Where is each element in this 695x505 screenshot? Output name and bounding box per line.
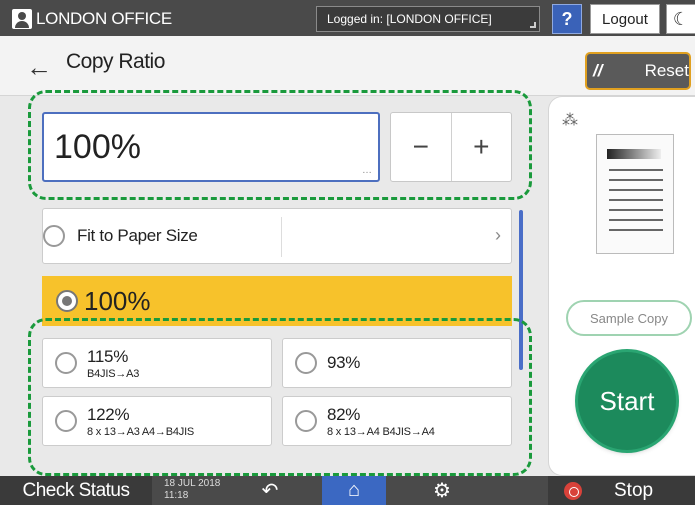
radio-icon (55, 410, 77, 432)
option-percent: 115% (87, 346, 129, 366)
user-icon (12, 9, 32, 29)
preview-line (609, 209, 663, 211)
user-label: LONDON OFFICE (36, 9, 172, 28)
toner-icon: ⁂ (562, 112, 578, 129)
bottom-bar: Check Status 18 JUL 2018 11:18 ↶ ⌂ ⚙ Sto… (0, 476, 695, 505)
date-text: 18 JUL 2018 (164, 478, 221, 489)
stop-button[interactable]: Stop (548, 476, 695, 505)
preview-gradient (607, 149, 661, 159)
moon-icon[interactable]: ☾ (666, 4, 695, 34)
option-detail: B4JIS→A3 (87, 367, 140, 380)
option-percent: 122% (87, 404, 130, 424)
check-status-button[interactable]: Check Status (0, 476, 152, 505)
option-detail: 8 x 13→A3 A4→B4JIS (87, 425, 195, 438)
start-button[interactable]: Start (578, 352, 676, 450)
fit-to-paper-option[interactable]: Fit to Paper Size › (42, 208, 512, 264)
home-icon[interactable]: ⌂ (322, 476, 386, 505)
ratio-option-93[interactable]: 93% (282, 338, 512, 388)
preview-line (609, 199, 663, 201)
option-percent: 93% (327, 353, 361, 372)
preview-line (609, 219, 663, 221)
sample-copy-button[interactable]: Sample Copy (566, 300, 692, 336)
top-bar: LONDON OFFICE Logged in: [LONDON OFFICE]… (0, 0, 695, 36)
ratio-option-82[interactable]: 82% 8 x 13→A4 B4JIS→A4 (282, 396, 512, 446)
fit-to-paper-label: Fit to Paper Size (77, 226, 198, 245)
back-button[interactable]: ← (22, 50, 56, 84)
selected-ratio-label: 100% (84, 285, 151, 316)
login-status[interactable]: Logged in: [LONDON OFFICE] (316, 6, 540, 32)
option-percent: 82% (327, 404, 361, 424)
date-time: 18 JUL 2018 11:18 (164, 478, 220, 502)
more-icon: … (362, 165, 372, 176)
title-bar: ← Copy Ratio // Reset (0, 36, 695, 96)
option-detail: 8 x 13→A4 B4JIS→A4 (327, 425, 435, 438)
preview-line (609, 169, 663, 171)
decrease-button[interactable]: − (391, 113, 452, 181)
radio-icon (43, 225, 65, 247)
ratio-input[interactable]: 100% … (42, 112, 380, 182)
radio-selected-icon (56, 290, 78, 312)
preview-line (609, 229, 663, 231)
arrow-left-icon: ← (26, 51, 52, 82)
ratio-option-122[interactable]: 122% 8 x 13→A3 A4→B4JIS (42, 396, 272, 446)
radio-icon (295, 352, 317, 374)
page-title: Copy Ratio (66, 50, 165, 73)
preview-line (609, 179, 663, 181)
ratio-value: 100% (54, 127, 141, 166)
user-indicator: LONDON OFFICE (12, 8, 172, 30)
radio-icon (55, 352, 77, 374)
page-preview (596, 134, 674, 254)
pencil-icon: // (593, 61, 603, 80)
stop-label: Stop (614, 479, 654, 501)
chevron-right-icon: › (495, 225, 501, 245)
increase-button[interactable]: + (452, 113, 512, 181)
expand-corner-icon (530, 22, 536, 28)
ratio-stepper: − + (390, 112, 512, 182)
divider (281, 217, 282, 257)
logout-button[interactable]: Logout (590, 4, 660, 34)
help-button[interactable]: ? (552, 4, 582, 34)
time-text: 11:18 (164, 490, 189, 501)
radio-icon (295, 410, 317, 432)
reset-button[interactable]: // Reset (585, 52, 691, 90)
selected-ratio-option[interactable]: 100% (42, 276, 512, 326)
preview-line (609, 189, 663, 191)
ratio-option-115[interactable]: 115% B4JIS→A3 (42, 338, 272, 388)
stop-icon (564, 481, 582, 500)
gear-icon[interactable]: ⚙ (426, 476, 458, 505)
undo-icon[interactable]: ↶ (254, 476, 286, 505)
login-status-text: Logged in: [LONDON OFFICE] (327, 12, 492, 26)
reset-label: Reset (644, 61, 689, 80)
scrollbar[interactable] (519, 210, 523, 370)
